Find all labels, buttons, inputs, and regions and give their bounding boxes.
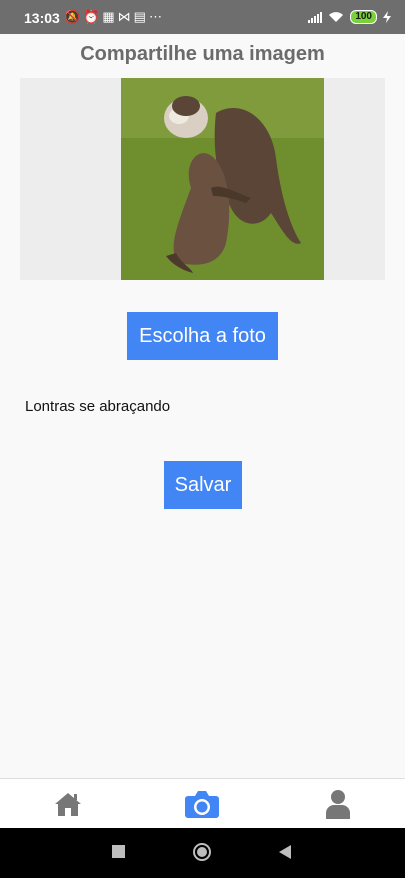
page-title: Compartilhe uma imagem: [80, 43, 325, 65]
camera-icon: [185, 791, 219, 818]
image-preview-frame: [20, 78, 385, 280]
system-nav-bar: [0, 828, 405, 878]
wifi-icon: [329, 12, 344, 22]
choose-photo-button[interactable]: Escolha a foto: [127, 312, 278, 360]
nav-home[interactable]: [48, 788, 88, 820]
save-button[interactable]: Salvar: [164, 461, 242, 509]
status-bar: 13:03 🔕⏰▦⋈▤⋯ 100: [0, 0, 405, 34]
user-icon: [326, 790, 350, 819]
bottom-nav: [0, 778, 405, 829]
battery-icon: 100: [350, 10, 377, 24]
status-right: 100: [308, 10, 391, 24]
nav-profile[interactable]: [318, 788, 358, 820]
back-icon[interactable]: [279, 845, 292, 859]
otters-photo: [121, 78, 324, 280]
signal-icon: [308, 11, 323, 23]
status-time: 13:03: [24, 10, 60, 26]
charging-icon: [383, 11, 391, 23]
notification-icons: 🔕⏰▦⋈▤⋯: [64, 9, 165, 24]
recent-apps-icon[interactable]: [112, 845, 125, 858]
nav-camera[interactable]: [182, 788, 222, 820]
home-circle-icon[interactable]: [193, 843, 211, 861]
home-icon: [55, 793, 81, 816]
caption-text: Lontras se abraçando: [25, 398, 171, 415]
